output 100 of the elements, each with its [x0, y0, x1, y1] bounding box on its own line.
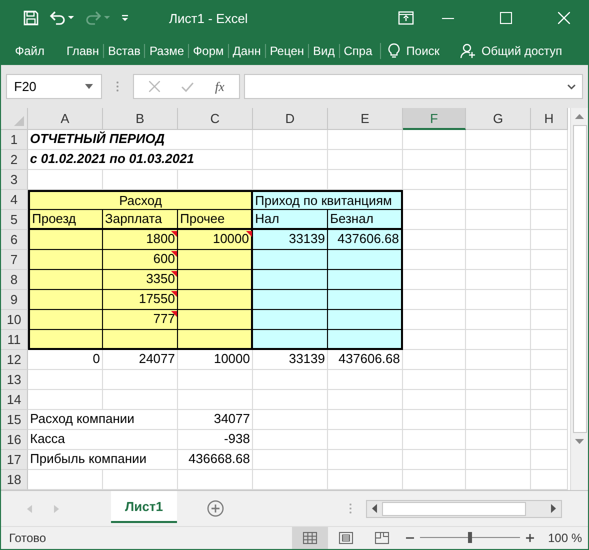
row-header[interactable]: 10 [1, 310, 28, 330]
triangle-icon [14, 116, 24, 126]
row-header[interactable]: 18 [1, 470, 28, 490]
table-cell [403, 430, 466, 450]
row-header[interactable]: 1 [1, 130, 28, 150]
ribbon-tab[interactable]: Главн [62, 44, 104, 58]
row-header[interactable]: 2 [1, 150, 28, 170]
table-cell [531, 430, 568, 450]
table-cell [403, 150, 466, 170]
ribbon-tab[interactable]: Спра [338, 44, 376, 58]
ribbon-display-icon[interactable] [398, 11, 414, 26]
row-header[interactable]: 13 [1, 370, 28, 390]
dropdown-icon [85, 84, 93, 90]
zoom-in-icon[interactable] [526, 534, 534, 542]
table-cell [531, 330, 568, 350]
table-cell [466, 150, 531, 170]
page-break-icon [374, 532, 389, 544]
search-button[interactable]: Поиск [380, 42, 440, 59]
row-header[interactable]: 7 [1, 250, 28, 270]
zoom-slider-thumb[interactable] [468, 532, 472, 544]
row-header[interactable]: 15 [1, 410, 28, 430]
zoom-level[interactable]: 100 % [548, 530, 582, 545]
table-cell [466, 410, 531, 430]
name-box[interactable]: F20 [6, 74, 102, 100]
row-header[interactable]: 14 [1, 390, 28, 410]
table-cell [466, 390, 531, 410]
row-header[interactable]: 17 [1, 450, 28, 470]
table-cell: 34077 [178, 410, 253, 430]
row-header[interactable]: 11 [1, 330, 28, 350]
table-cell [466, 370, 531, 390]
row-header[interactable]: 5 [1, 210, 28, 230]
table-cell [403, 410, 466, 430]
insert-function-button[interactable]: fx [215, 78, 224, 95]
ribbon-tab[interactable]: Форм [188, 44, 228, 58]
table-cell: Приход по квитанциям [253, 190, 403, 210]
column-header[interactable]: G [466, 108, 531, 130]
ribbon-tab[interactable]: Встав [103, 44, 144, 58]
table-cell: 437606.68 [328, 230, 403, 250]
table-cell: 600 [103, 250, 178, 270]
column-header[interactable]: H [531, 108, 568, 130]
table-cell [403, 190, 466, 210]
undo-icon[interactable] [49, 10, 75, 26]
table-cell: 777 [103, 310, 178, 330]
ribbon-tab[interactable]: Разме [144, 44, 188, 58]
share-button[interactable]: Общий доступ [460, 42, 562, 59]
ribbon-tab[interactable]: Данн [228, 44, 265, 58]
grid-icon [302, 532, 317, 544]
table-cell: 10000 [178, 230, 253, 250]
table-cell [531, 130, 568, 150]
table-cell [466, 310, 531, 330]
scroll-left-icon[interactable] [372, 504, 377, 514]
add-sheet-icon[interactable] [206, 500, 224, 518]
save-icon[interactable] [23, 10, 39, 26]
table-cell [403, 310, 466, 330]
window-title: Лист1 - Excel [169, 10, 248, 26]
row-header[interactable]: 3 [1, 170, 28, 190]
check-icon[interactable] [180, 82, 194, 92]
scroll-down-icon[interactable] [575, 439, 584, 444]
row-header[interactable]: 6 [1, 230, 28, 250]
row-header[interactable]: 12 [1, 350, 28, 370]
table-cell: 3350 [103, 270, 178, 290]
column-header[interactable]: F [403, 108, 466, 130]
table-cell: Прибыль компании [28, 450, 178, 470]
grip-icon [349, 503, 352, 514]
scroll-up-icon[interactable] [575, 114, 584, 120]
table-cell [403, 130, 466, 150]
table-cell [403, 170, 466, 190]
table-cell: 0 [28, 350, 103, 370]
scroll-right-icon[interactable] [551, 504, 556, 514]
maximize-icon[interactable] [500, 12, 512, 24]
chevron-icon[interactable] [567, 84, 576, 90]
column-header[interactable]: C [178, 108, 253, 130]
table-cell [531, 350, 568, 370]
row-header[interactable]: 9 [1, 290, 28, 310]
ribbon-tab[interactable]: Вид [308, 44, 339, 58]
column-header[interactable]: A [28, 108, 103, 130]
horizontal-scrollbar[interactable] [366, 500, 562, 518]
column-header[interactable]: D [253, 108, 328, 130]
row-header[interactable]: 16 [1, 430, 28, 450]
row-header[interactable]: 8 [1, 270, 28, 290]
table-cell [403, 450, 466, 470]
table-cell: 17550 [103, 290, 178, 310]
table-cell [466, 130, 531, 150]
normal-view-button[interactable] [292, 526, 328, 549]
close-icon[interactable] [558, 12, 570, 24]
column-header[interactable]: E [328, 108, 403, 130]
table-cell [531, 210, 568, 230]
sheet-tab[interactable]: Лист1 [111, 491, 177, 524]
ribbon-tab[interactable]: Файл [1, 44, 49, 58]
vertical-scrollbar[interactable] [570, 108, 588, 490]
formula-input[interactable] [244, 74, 583, 100]
ribbon-tab[interactable]: Рецен [264, 44, 308, 58]
row-header[interactable]: 4 [1, 190, 28, 210]
table-cell: Расход компании [28, 410, 178, 430]
table-cell: 33139 [253, 350, 328, 370]
table-cell [531, 190, 568, 210]
column-header[interactable]: B [103, 108, 178, 130]
customize-icon[interactable] [121, 13, 129, 24]
table-cell: 437606.68 [328, 350, 403, 370]
table-cell [403, 210, 466, 230]
